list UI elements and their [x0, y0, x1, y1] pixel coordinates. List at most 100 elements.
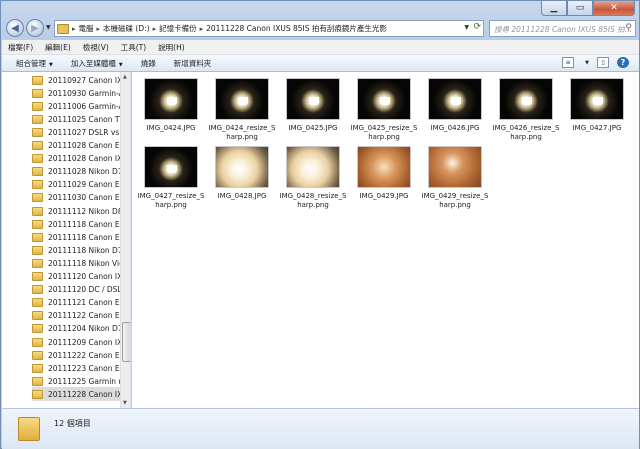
search-input[interactable]: 搜尋 20111228 Canon IXUS 85IS 拍... ⚲	[489, 20, 636, 37]
image-thumbnail	[144, 78, 198, 120]
breadcrumb-separator[interactable]: ▸	[200, 25, 204, 33]
tree-item-label: 20111120 Canon IX	[48, 272, 120, 281]
back-button[interactable]: ◀	[6, 19, 24, 37]
maximize-button[interactable]: ▭	[567, 1, 593, 16]
file-item[interactable]: IMG_0428.JPG	[207, 146, 277, 220]
file-item[interactable]: IMG_0428_resize_Sharp.png	[278, 146, 348, 220]
tree-item-label: 20110927 Canon IX	[48, 75, 120, 85]
refresh-icon[interactable]: ⟳	[473, 22, 481, 32]
new-folder-button[interactable]: 新增資料夾	[174, 58, 212, 69]
organize-button[interactable]: 組合管理 ▼	[16, 58, 53, 69]
image-thumbnail	[144, 146, 198, 188]
tree-item-label: 20111030 Canon EC	[48, 193, 120, 203]
menu-tools[interactable]: 工具(T)	[121, 42, 146, 53]
tree-item[interactable]: 20111028 Canon IX	[32, 152, 120, 166]
add-to-library-label: 加入至媒體櫃	[70, 58, 116, 68]
change-view-icon[interactable]: ≡	[562, 57, 575, 68]
burn-button[interactable]: 燒錄	[141, 58, 156, 69]
tree-item[interactable]: 20111121 Canon EC	[32, 296, 120, 310]
folder-icon	[32, 389, 43, 399]
minimize-button[interactable]: ▁	[541, 1, 567, 16]
image-thumbnail	[499, 78, 553, 120]
cup-shape	[167, 165, 177, 173]
preview-pane-icon[interactable]: ▯	[597, 57, 609, 68]
view-dropdown-icon[interactable]: ▼	[585, 60, 589, 66]
tree-item-label: 20111028 Nikon D7	[48, 167, 120, 177]
breadcrumb-separator[interactable]: ▸	[97, 25, 101, 33]
tree-item[interactable]: 20111223 Canon EF	[32, 361, 120, 375]
recent-pages-dropdown[interactable]: ▼	[46, 24, 51, 31]
address-bar[interactable]: ▸ 電腦 ▸ 本機磁碟 (D:) ▸ 記憶卡備份 ▸ 20111228 Cano…	[54, 20, 484, 37]
tree-item[interactable]: 20110930 Garmin-A	[32, 86, 120, 100]
tree-item[interactable]: 20111222 Canon EF	[32, 348, 120, 362]
menu-file[interactable]: 檔案(F)	[8, 42, 33, 53]
file-name: IMG_0426.JPG	[430, 124, 480, 132]
add-to-library-button[interactable]: 加入至媒體櫃 ▼	[71, 58, 123, 69]
menu-edit[interactable]: 編輯(E)	[45, 42, 71, 53]
breadcrumb-drive[interactable]: 本機磁碟 (D:)	[103, 23, 150, 34]
address-dropdown-icon[interactable]: ▼	[464, 24, 469, 31]
folder-icon	[32, 311, 43, 321]
view-controls: ≡ ▼ ▯ ?	[562, 57, 629, 68]
tree-item[interactable]: 20111118 Nikon Vie	[32, 256, 120, 270]
tree-item[interactable]: 20111120 DC / DSLI	[32, 283, 120, 297]
file-item[interactable]: IMG_0427_resize_Sharp.png	[136, 146, 206, 220]
file-name: IMG_0426_resize_Sharp.png	[492, 124, 560, 141]
tree-item[interactable]: 20110927 Canon IX	[32, 73, 120, 87]
tree-item[interactable]: 20111225 Garmin nu	[32, 374, 120, 388]
file-item[interactable]: IMG_0424.JPG	[136, 78, 206, 152]
file-item[interactable]: IMG_0429.JPG	[349, 146, 419, 220]
image-thumbnail	[570, 78, 624, 120]
tree-item-label: 20111225 Garmin nu	[48, 376, 120, 386]
tree-item[interactable]: 20111120 Canon IX	[32, 270, 120, 284]
cup-shape	[522, 97, 532, 105]
breadcrumb-backup[interactable]: 記憶卡備份	[159, 23, 197, 34]
tree-item[interactable]: 20111118 Canon EC	[32, 217, 120, 231]
tree-item[interactable]: 20111027 DSLR vs D	[32, 125, 120, 139]
file-item[interactable]: IMG_0426_resize_Sharp.png	[491, 78, 561, 152]
tree-item[interactable]: 20111228 Canon IX	[32, 387, 120, 402]
file-name: IMG_0429.JPG	[359, 192, 409, 200]
tree-item[interactable]: 20111204 Nikon D7	[32, 322, 120, 336]
navigation-row: ◀ ▶ ▼ ▸ 電腦 ▸ 本機磁碟 (D:) ▸ 記憶卡備份 ▸ 2011122…	[6, 17, 636, 39]
tree-item[interactable]: 20111029 Canon EC	[32, 178, 120, 192]
file-item[interactable]: IMG_0427.JPG	[562, 78, 632, 152]
forward-button[interactable]: ▶	[26, 19, 44, 37]
tree-item[interactable]: 20111112 Nikon D8	[32, 204, 120, 218]
file-item[interactable]: IMG_0424_resize_Sharp.png	[207, 78, 277, 152]
tree-item[interactable]: 20111006 Garmin-A	[32, 99, 120, 113]
tree-item-label: 20111118 Nikon D7	[48, 245, 120, 255]
breadcrumb-computer[interactable]: 電腦	[79, 23, 94, 34]
breadcrumb-current-folder[interactable]: 20111228 Canon IXUS 85IS 拍有刮痕鏡片產生光影	[206, 23, 387, 34]
tree-item[interactable]: 20111025 Canon TT	[32, 112, 120, 126]
nav-scrollbar[interactable]: ▲ ▼	[120, 72, 130, 408]
tree-item[interactable]: 20111122 Canon EC	[32, 309, 120, 323]
file-item[interactable]: IMG_0426.JPG	[420, 78, 490, 152]
breadcrumb-separator[interactable]: ▸	[153, 25, 157, 33]
scroll-thumb[interactable]	[122, 322, 130, 362]
image-thumbnail	[428, 146, 482, 188]
tree-item[interactable]: 20111118 Canon EC	[32, 230, 120, 244]
tree-item-label: 20111204 Nikon D7	[48, 324, 120, 334]
tree-item[interactable]: 20111028 Canon EC	[32, 139, 120, 153]
help-icon[interactable]: ?	[617, 57, 629, 68]
search-icon[interactable]: ⚲	[625, 23, 632, 33]
folder-icon	[32, 180, 43, 190]
tree-item[interactable]: 20111118 Nikon D7	[32, 243, 120, 257]
scroll-down-icon[interactable]: ▼	[123, 400, 127, 406]
tree-item[interactable]: 20111030 Canon EC	[32, 191, 120, 205]
file-name: IMG_0428.JPG	[217, 192, 267, 200]
menu-help[interactable]: 說明(H)	[158, 42, 185, 53]
breadcrumb-separator[interactable]: ▸	[72, 25, 76, 33]
scroll-up-icon[interactable]: ▲	[123, 74, 127, 80]
file-item[interactable]: IMG_0425.JPG	[278, 78, 348, 152]
tree-item[interactable]: 20111209 Canon IX	[32, 335, 120, 349]
menu-view[interactable]: 檢視(V)	[83, 42, 109, 53]
file-item[interactable]: IMG_0425_resize_Sharp.png	[349, 78, 419, 152]
folder-icon	[32, 141, 43, 150]
tree-item-label: 20111025 Canon TT	[48, 114, 120, 124]
close-button[interactable]: ✕	[593, 1, 635, 16]
tree-item[interactable]: 20111028 Nikon D7	[32, 165, 120, 179]
file-item[interactable]: IMG_0429_resize_Sharp.png	[420, 146, 490, 220]
tree-item-label: 20111223 Canon EF	[48, 363, 120, 373]
